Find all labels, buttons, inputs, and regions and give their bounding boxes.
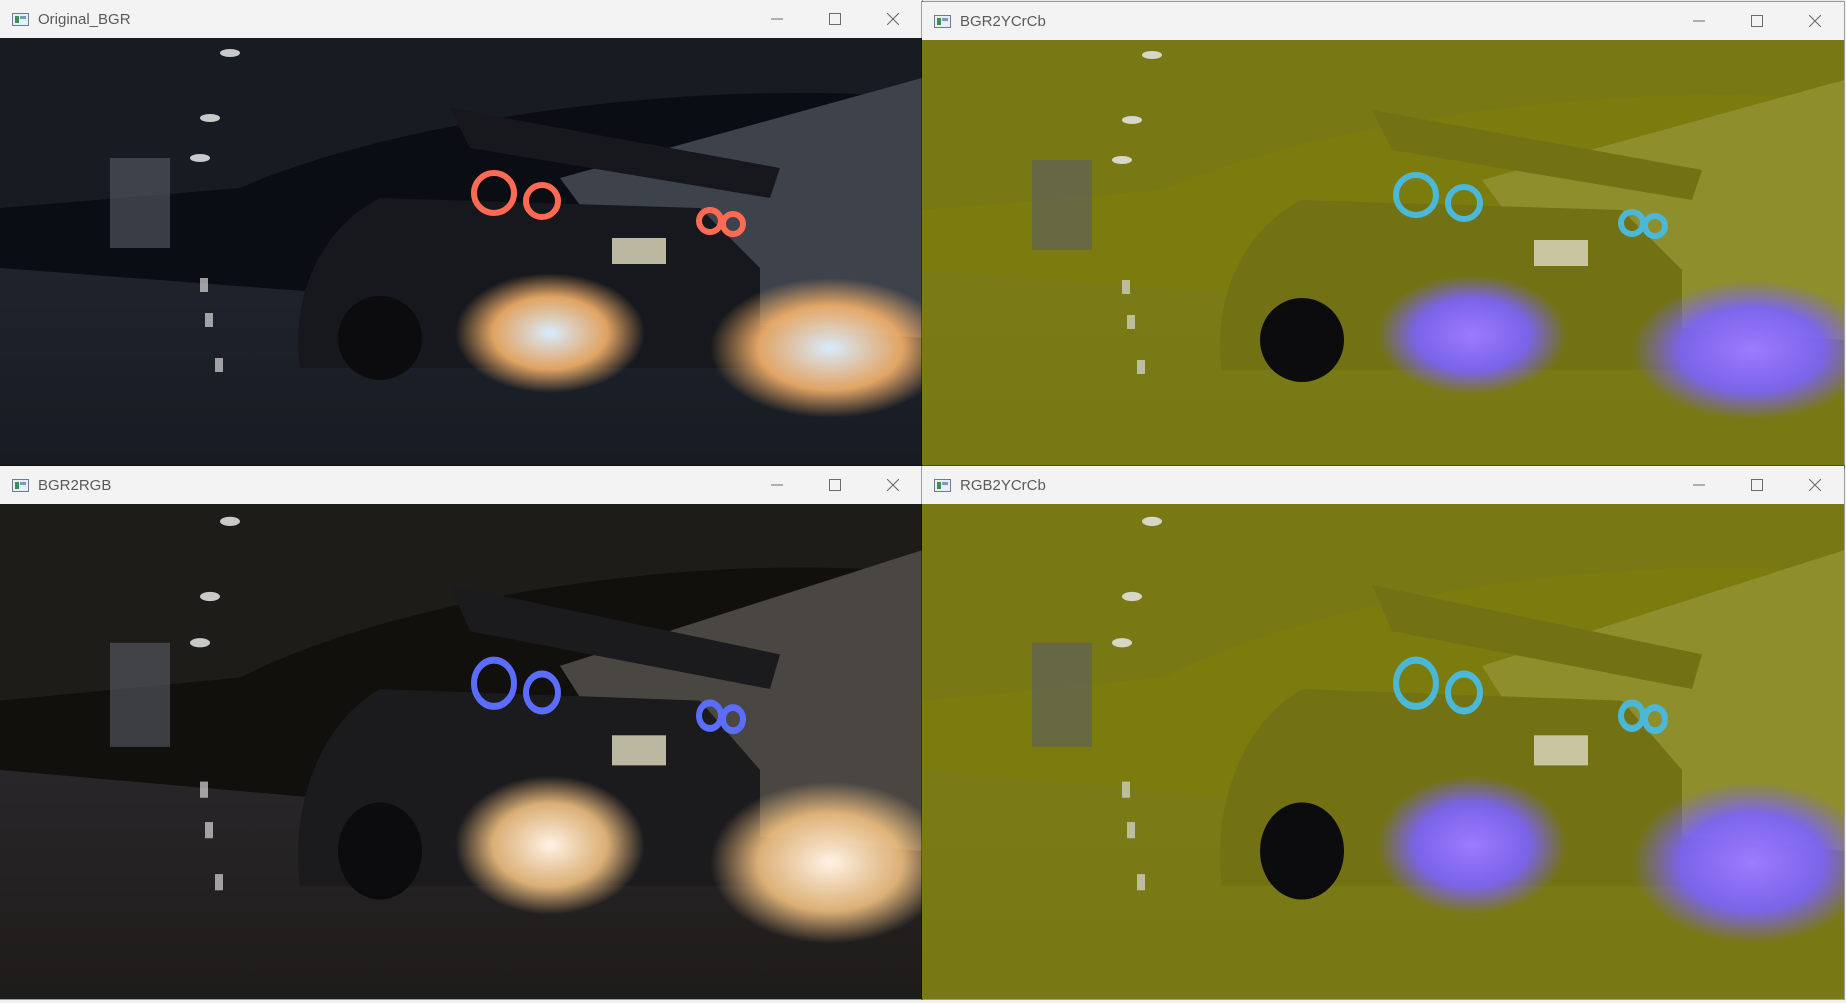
street-lamp: [190, 154, 210, 162]
title-bar[interactable]: Original_BGR: [0, 0, 922, 38]
street-lamp: [200, 591, 220, 602]
window-title: Original_BGR: [38, 10, 131, 28]
street-lamp: [190, 638, 210, 648]
maximize-icon: [1751, 15, 1763, 27]
rear-wheel: [1260, 802, 1344, 900]
exhaust-flame: [455, 775, 645, 915]
building: [110, 158, 170, 248]
maximize-icon: [829, 13, 841, 25]
maximize-button[interactable]: [806, 0, 864, 38]
opencv-window-icon: [934, 478, 951, 492]
title-bar[interactable]: BGR2RGB: [0, 466, 922, 504]
minimize-icon: [1693, 20, 1705, 22]
window-bgr2ycrcb[interactable]: BGR2YCrCb: [922, 2, 1844, 468]
street-lamp: [220, 49, 240, 57]
rear-wheel: [338, 296, 422, 380]
lane-marking: [215, 874, 223, 891]
image-canvas: [922, 40, 1844, 468]
lane-marking: [1127, 822, 1135, 839]
license-plate: [1534, 735, 1588, 766]
license-plate: [612, 238, 666, 264]
maximize-button[interactable]: [1728, 466, 1786, 504]
building: [1032, 160, 1092, 250]
desktop: Original_BGR BGR2YCrCb BGR2RGB RGB2YCrCb: [0, 0, 1846, 1003]
license-plate: [1534, 240, 1588, 266]
car-photo: [922, 504, 1844, 999]
window-original-bgr[interactable]: Original_BGR: [0, 0, 922, 466]
window-controls: [748, 0, 922, 38]
lane-marking: [215, 358, 223, 372]
opencv-window-icon: [12, 478, 29, 492]
title-bar[interactable]: BGR2YCrCb: [922, 2, 1844, 40]
minimize-button[interactable]: [748, 466, 806, 504]
lane-marking: [1137, 874, 1145, 891]
lane-marking: [205, 313, 213, 327]
minimize-icon: [771, 484, 783, 486]
opencv-window-icon: [12, 12, 29, 26]
minimize-button[interactable]: [1670, 466, 1728, 504]
lane-marking: [200, 278, 208, 292]
window-controls: [748, 466, 922, 504]
close-button[interactable]: [1786, 2, 1844, 40]
exhaust-flame: [455, 273, 645, 393]
street-lamp: [1112, 156, 1132, 164]
building: [110, 642, 170, 747]
window-controls: [1670, 2, 1844, 40]
close-icon: [887, 479, 899, 491]
minimize-button[interactable]: [1670, 2, 1728, 40]
rear-wheel: [1260, 298, 1344, 382]
minimize-button[interactable]: [748, 0, 806, 38]
close-icon: [887, 13, 899, 25]
maximize-button[interactable]: [806, 466, 864, 504]
street-lamp: [1112, 638, 1132, 648]
lane-marking: [200, 781, 208, 798]
window-bgr2rgb[interactable]: BGR2RGB: [0, 466, 922, 999]
street-lamp: [1142, 516, 1162, 526]
lane-marking: [1122, 280, 1130, 294]
close-icon: [1809, 15, 1821, 27]
window-title: RGB2YCrCb: [960, 476, 1046, 494]
street-lamp: [200, 114, 220, 122]
window-title: BGR2RGB: [38, 476, 112, 494]
car-photo: [0, 504, 922, 999]
exhaust-flame: [1377, 275, 1567, 395]
lane-marking: [1127, 315, 1135, 329]
title-bar[interactable]: RGB2YCrCb: [922, 466, 1844, 504]
license-plate: [612, 735, 666, 766]
close-icon: [1809, 479, 1821, 491]
close-button[interactable]: [864, 466, 922, 504]
lane-marking: [1137, 360, 1145, 374]
window-rgb2ycrcb[interactable]: RGB2YCrCb: [922, 466, 1844, 999]
image-canvas: [0, 38, 922, 466]
car-photo: [922, 40, 1844, 468]
lane-marking: [205, 822, 213, 839]
street-lamp: [220, 516, 240, 526]
image-canvas: [0, 504, 922, 999]
street-lamp: [1122, 591, 1142, 602]
minimize-icon: [771, 18, 783, 20]
close-button[interactable]: [864, 0, 922, 38]
image-canvas: [922, 504, 1844, 999]
opencv-window-icon: [934, 14, 951, 28]
maximize-icon: [829, 479, 841, 491]
rear-wheel: [338, 802, 422, 900]
minimize-icon: [1693, 484, 1705, 486]
exhaust-flame: [1377, 775, 1567, 915]
window-title: BGR2YCrCb: [960, 12, 1046, 30]
street-lamp: [1122, 116, 1142, 124]
window-controls: [1670, 466, 1844, 504]
car-photo: [0, 38, 922, 466]
maximize-icon: [1751, 479, 1763, 491]
lane-marking: [1122, 781, 1130, 798]
close-button[interactable]: [1786, 466, 1844, 504]
building: [1032, 642, 1092, 747]
street-lamp: [1142, 51, 1162, 59]
maximize-button[interactable]: [1728, 2, 1786, 40]
